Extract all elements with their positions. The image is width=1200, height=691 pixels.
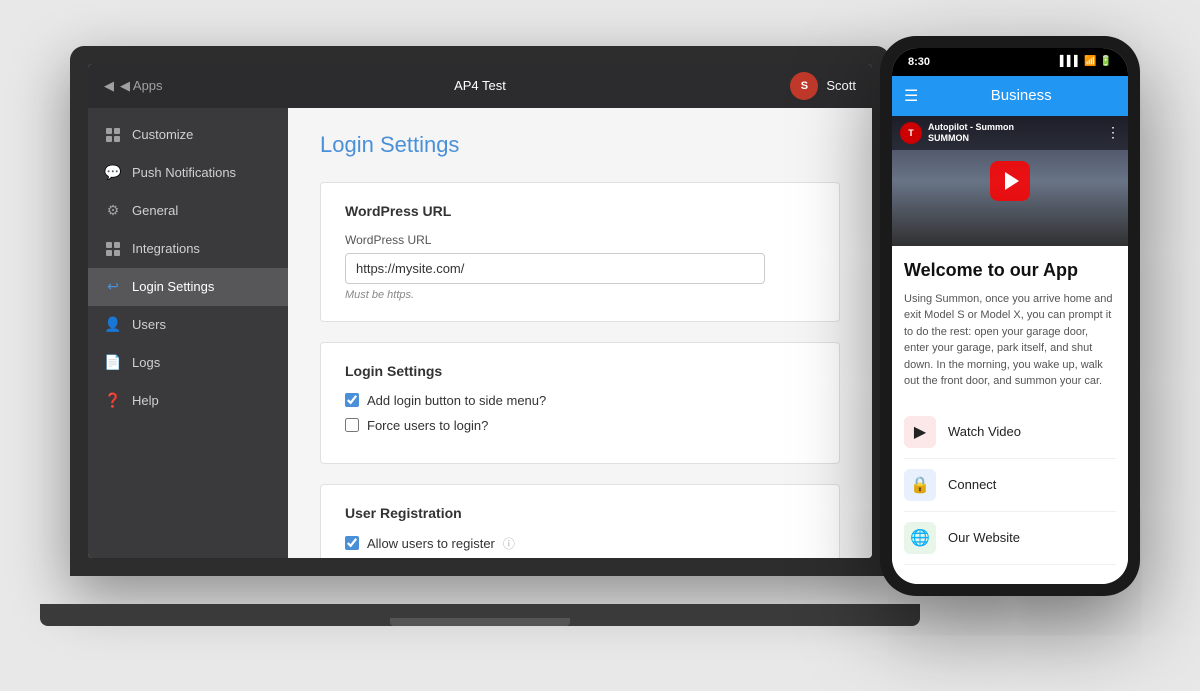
- header-right: S Scott: [656, 72, 856, 100]
- sidebar-item-users[interactable]: 👤 Users: [88, 306, 288, 344]
- video-more-icon[interactable]: ⋮: [1106, 124, 1120, 141]
- sidebar-item-login-settings[interactable]: ↩ Login Settings: [88, 268, 288, 306]
- login-checkbox-2[interactable]: [345, 418, 359, 432]
- website-icon: 🌐: [904, 522, 936, 554]
- registration-checkbox-row: Allow users to register ⓘ: [345, 535, 815, 552]
- sidebar-item-label: Users: [132, 317, 166, 332]
- hamburger-icon[interactable]: ☰: [904, 86, 918, 106]
- phone-status-bar: 8:30 ▌▌▌ 📶 🔋: [892, 48, 1128, 76]
- tesla-logo: T: [900, 122, 922, 144]
- action-website[interactable]: 🌐 Our Website: [904, 512, 1116, 565]
- login-checkbox-1[interactable]: [345, 393, 359, 407]
- wordpress-url-label: WordPress URL: [345, 233, 815, 247]
- phone-app-header: ☰ Business: [892, 76, 1128, 116]
- announcements-label: Announcements: [892, 579, 1128, 584]
- battery-icon: 🔋: [1100, 56, 1112, 67]
- wordpress-url-hint: Must be https.: [345, 289, 815, 301]
- integrations-icon: [104, 240, 122, 258]
- wordpress-url-input[interactable]: [345, 253, 765, 284]
- sidebar-item-customize[interactable]: Customize: [88, 116, 288, 154]
- sidebar-item-label: General: [132, 203, 178, 218]
- sidebar-item-label: Integrations: [132, 241, 200, 256]
- login-checkbox-1-label: Add login button to side menu?: [367, 393, 546, 408]
- app-layout: Customize 💬 Push Notifications ⚙ General: [88, 108, 872, 558]
- sidebar-item-push-notifications[interactable]: 💬 Push Notifications: [88, 154, 288, 192]
- sidebar-item-integrations[interactable]: Integrations: [88, 230, 288, 268]
- back-button[interactable]: ◀ ◀ Apps: [104, 78, 304, 94]
- registration-checkbox[interactable]: [345, 536, 359, 550]
- login-icon: ↩: [104, 278, 122, 296]
- scene: ◀ ◀ Apps AP4 Test S Scott: [50, 26, 1150, 666]
- video-title-bar: T Autopilot - Summon SUMMON ⋮: [892, 116, 1128, 150]
- sidebar-item-help[interactable]: ❓ Help: [88, 382, 288, 420]
- app-header: ◀ ◀ Apps AP4 Test S Scott: [88, 64, 872, 108]
- sidebar-item-label: Help: [132, 393, 159, 408]
- video-text: Autopilot - Summon SUMMON: [928, 122, 1014, 144]
- phone: 8:30 ▌▌▌ 📶 🔋 ☰ Business T: [880, 36, 1140, 596]
- login-checkbox-2-label: Force users to login?: [367, 418, 488, 433]
- signal-icon: ▌▌▌: [1060, 56, 1081, 67]
- video-thumbnail[interactable]: T Autopilot - Summon SUMMON ⋮: [892, 116, 1128, 246]
- gear-icon: ⚙: [104, 202, 122, 220]
- login-settings-section: Login Settings Add login button to side …: [320, 342, 840, 464]
- play-triangle-icon: [1005, 172, 1019, 190]
- welcome-title: Welcome to our App: [904, 260, 1116, 281]
- phone-screen: 8:30 ▌▌▌ 📶 🔋 ☰ Business T: [892, 48, 1128, 584]
- sidebar-item-label: Login Settings: [132, 279, 214, 294]
- action-watch-video[interactable]: ▶ Watch Video: [904, 406, 1116, 459]
- wifi-icon: 📶: [1084, 56, 1096, 67]
- info-icon: ⓘ: [503, 535, 515, 552]
- connect-icon: 🔒: [904, 469, 936, 501]
- laptop-screen: ◀ ◀ Apps AP4 Test S Scott: [88, 64, 872, 558]
- person-icon: 👤: [104, 316, 122, 334]
- website-label: Our Website: [948, 530, 1020, 545]
- welcome-text: Using Summon, once you arrive home and e…: [904, 291, 1116, 390]
- main-content: Login Settings WordPress URL WordPress U…: [288, 108, 872, 558]
- user-name: Scott: [826, 78, 856, 93]
- phone-body-content: Welcome to our App Using Summon, once yo…: [892, 246, 1128, 579]
- question-icon: ❓: [104, 392, 122, 410]
- phone-content: T Autopilot - Summon SUMMON ⋮ Welcome to…: [892, 116, 1128, 584]
- wordpress-section: WordPress URL WordPress URL Must be http…: [320, 182, 840, 322]
- avatar: S: [790, 72, 818, 100]
- registration-checkbox-label: Allow users to register: [367, 536, 495, 551]
- back-label: ◀ Apps: [120, 78, 163, 94]
- laptop-base: [40, 604, 920, 626]
- watch-video-label: Watch Video: [948, 424, 1021, 439]
- doc-icon: 📄: [104, 354, 122, 372]
- phone-header-title: Business: [926, 87, 1116, 104]
- sidebar-item-label: Push Notifications: [132, 165, 236, 180]
- sidebar-item-logs[interactable]: 📄 Logs: [88, 344, 288, 382]
- action-connect[interactable]: 🔒 Connect: [904, 459, 1116, 512]
- wordpress-section-title: WordPress URL: [345, 203, 815, 219]
- sidebar-item-label: Customize: [132, 127, 193, 142]
- play-button[interactable]: [990, 161, 1030, 201]
- user-registration-section: User Registration Allow users to registe…: [320, 484, 840, 558]
- grid-icon: [104, 126, 122, 144]
- login-section-title: Login Settings: [345, 363, 815, 379]
- sidebar: Customize 💬 Push Notifications ⚙ General: [88, 108, 288, 558]
- registration-section-title: User Registration: [345, 505, 815, 521]
- phone-status-icons: ▌▌▌ 📶 🔋: [1060, 56, 1112, 67]
- sidebar-item-general[interactable]: ⚙ General: [88, 192, 288, 230]
- header-title: AP4 Test: [304, 78, 656, 93]
- bubble-icon: 💬: [104, 164, 122, 182]
- login-checkbox-1-row: Add login button to side menu?: [345, 393, 815, 408]
- laptop-body: ◀ ◀ Apps AP4 Test S Scott: [70, 46, 890, 576]
- laptop: ◀ ◀ Apps AP4 Test S Scott: [70, 46, 890, 626]
- watch-video-icon: ▶: [904, 416, 936, 448]
- page-title: Login Settings: [320, 132, 840, 158]
- back-icon: ◀: [104, 78, 114, 94]
- connect-label: Connect: [948, 477, 996, 492]
- phone-time: 8:30: [908, 56, 930, 68]
- sidebar-item-label: Logs: [132, 355, 160, 370]
- login-checkbox-2-row: Force users to login?: [345, 418, 815, 433]
